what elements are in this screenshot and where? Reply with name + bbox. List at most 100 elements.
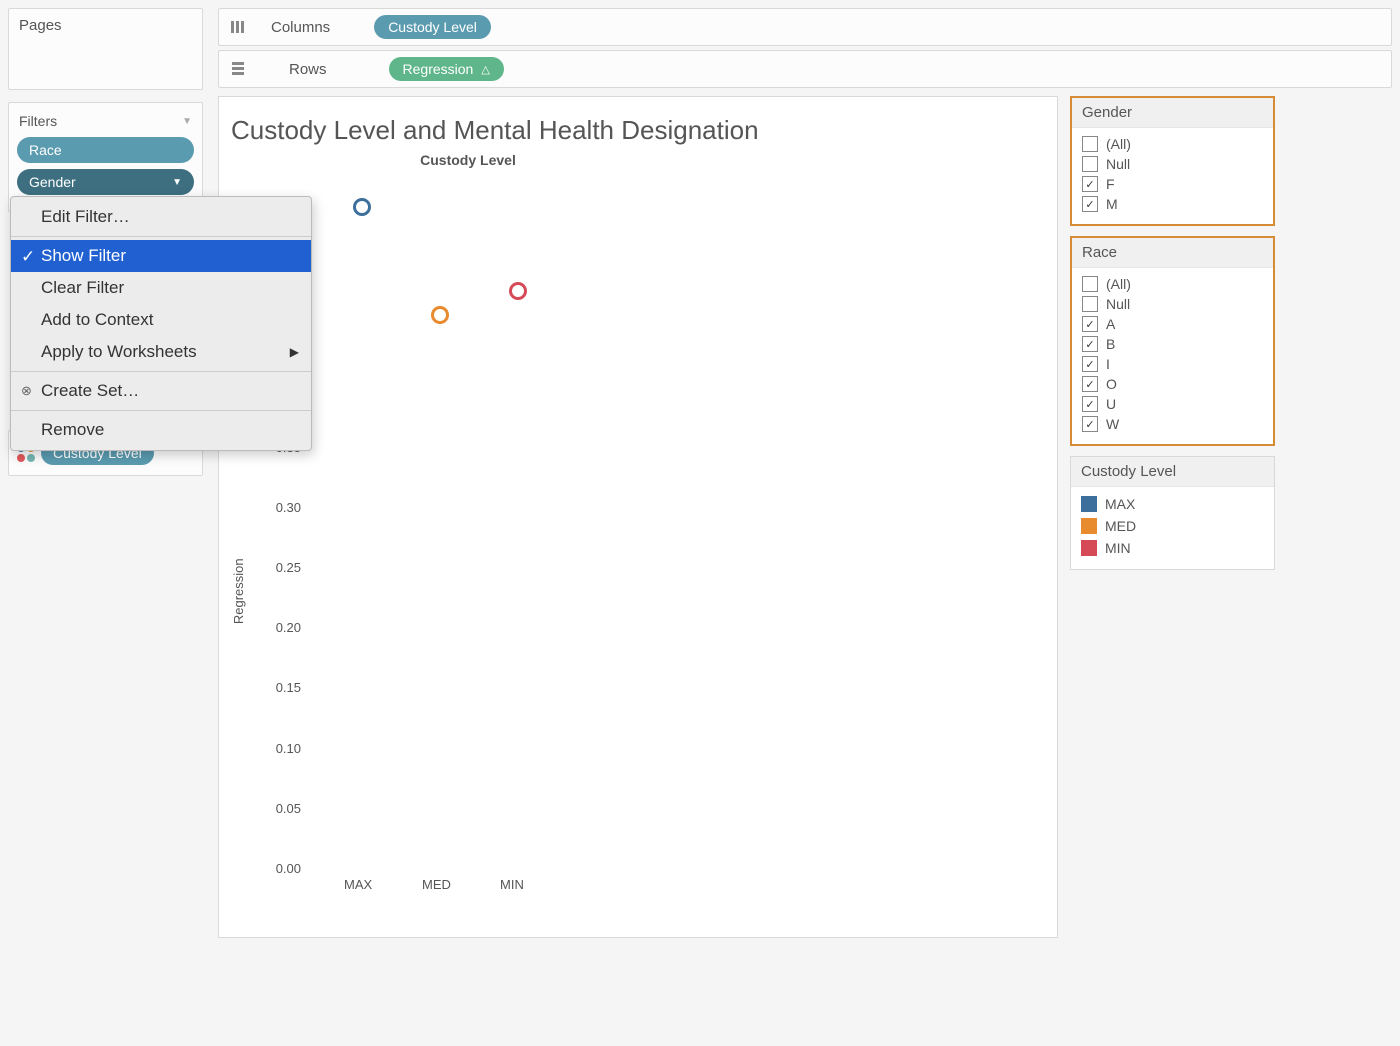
data-point-min[interactable] [509,282,527,300]
color-swatch-icon [1081,496,1097,512]
legend-item-min[interactable]: MIN [1081,537,1264,559]
data-point-max[interactable] [353,198,371,216]
delta-icon: △ [481,63,489,76]
legend-label: MIN [1105,540,1131,556]
race-option-i[interactable]: ✓I [1082,354,1263,374]
legend-label: MAX [1105,496,1135,512]
data-point-med[interactable] [431,306,449,324]
filters-title: Filters ▼ [17,111,194,137]
viz-title: Custody Level and Mental Health Designat… [219,97,1057,152]
menu-item-label: Show Filter [41,246,126,265]
gender-option-m[interactable]: ✓M [1082,194,1263,214]
columns-label: Columns [271,19,330,36]
checkbox-icon: ✓ [1082,176,1098,192]
menu-separator [11,371,311,372]
filters-title-text: Filters [19,113,57,129]
y-tick-label: 0.25 [261,560,301,575]
legend-item-med[interactable]: MED [1081,515,1264,537]
race-filter-card: Race (All)Null✓A✓B✓I✓O✓U✓W [1070,236,1275,446]
submenu-arrow-icon: ▶ [290,345,299,359]
option-label: (All) [1106,136,1131,152]
race-option-o[interactable]: ✓O [1082,374,1263,394]
menu-item-label: Edit Filter… [41,207,130,226]
y-tick-label: 0.15 [261,680,301,695]
menu-item-clear-filter[interactable]: Clear Filter [11,272,311,304]
race-option-a[interactable]: ✓A [1082,314,1263,334]
pill-label: Regression [403,61,474,77]
rows-shelf[interactable]: Rows Regression △ [218,50,1392,88]
rows-pill-regression[interactable]: Regression △ [389,57,504,81]
y-tick-label: 0.20 [261,620,301,635]
race-option-b[interactable]: ✓B [1082,334,1263,354]
checkbox-icon: ✓ [1082,316,1098,332]
chart-area[interactable]: 0.000.050.100.150.200.250.300.350.400.45… [267,207,1037,897]
option-label: A [1106,316,1115,332]
option-label: Null [1106,156,1130,172]
y-tick-label: 0.10 [261,741,301,756]
gender-filter-title: Gender [1072,98,1273,128]
menu-item-apply-to-worksheets[interactable]: Apply to Worksheets ▶ [11,336,311,368]
menu-separator [11,410,311,411]
x-tick-label-max: MAX [344,877,372,892]
gender-filter-card: Gender (All)Null✓F✓M [1070,96,1275,226]
custody-legend-title: Custody Level [1071,457,1274,487]
race-option-w[interactable]: ✓W [1082,414,1263,434]
columns-shelf[interactable]: Columns Custody Level [218,8,1392,46]
menu-item-label: Apply to Worksheets [41,342,197,361]
color-swatch-icon [1081,540,1097,556]
race-option-null[interactable]: Null [1082,294,1263,314]
pages-title: Pages [19,17,192,34]
right-column: Gender (All)Null✓F✓M Race (All)Null✓A✓B✓… [1070,96,1275,580]
x-tick-label-med: MED [422,877,451,892]
filter-pill-label: Gender [29,174,76,190]
menu-item-show-filter[interactable]: ✓ Show Filter [11,240,311,272]
columns-pill-custody-level[interactable]: Custody Level [374,15,491,39]
x-tick-label-min: MIN [500,877,524,892]
menu-item-label: Create Set… [41,381,139,400]
menu-item-edit-filter[interactable]: Edit Filter… [11,201,311,233]
option-label: O [1106,376,1117,392]
gender-option-all[interactable]: (All) [1082,134,1263,154]
checkbox-icon [1082,156,1098,172]
filter-context-menu: Edit Filter… ✓ Show Filter Clear Filter Add … [10,196,312,451]
option-label: I [1106,356,1110,372]
menu-item-label: Clear Filter [41,278,124,297]
checkbox-icon: ✓ [1082,196,1098,212]
race-filter-title: Race [1072,238,1273,268]
menu-item-label: Add to Context [41,310,153,329]
menu-item-add-to-context[interactable]: Add to Context [11,304,311,336]
option-label: W [1106,416,1119,432]
set-icon: ⊗ [21,383,32,399]
checkbox-icon [1082,296,1098,312]
y-tick-label: 0.00 [261,861,301,876]
option-label: (All) [1106,276,1131,292]
menu-item-create-set[interactable]: ⊗ Create Set… [11,375,311,407]
filter-pill-gender[interactable]: Gender▼ [17,169,194,195]
caret-down-icon[interactable]: ▼ [182,116,192,127]
checkbox-icon [1082,136,1098,152]
legend-label: MED [1105,518,1136,534]
checkbox-icon [1082,276,1098,292]
y-tick-label: 0.30 [261,500,301,515]
race-option-u[interactable]: ✓U [1082,394,1263,414]
gender-option-null[interactable]: Null [1082,154,1263,174]
check-icon: ✓ [21,247,35,267]
columns-icon [229,18,247,36]
menu-item-label: Remove [41,420,104,439]
legend-item-max[interactable]: MAX [1081,493,1264,515]
rows-icon [229,60,247,78]
gender-option-f[interactable]: ✓F [1082,174,1263,194]
checkbox-icon: ✓ [1082,376,1098,392]
option-label: M [1106,196,1118,212]
option-label: B [1106,336,1115,352]
race-option-all[interactable]: (All) [1082,274,1263,294]
checkbox-icon: ✓ [1082,356,1098,372]
menu-separator [11,236,311,237]
menu-item-remove[interactable]: Remove [11,414,311,446]
pages-card: Pages [8,8,203,90]
rows-label: Rows [289,61,327,78]
custody-legend-card: Custody Level MAX MED MIN [1070,456,1275,570]
viz-card: Custody Level and Mental Health Designat… [218,96,1058,938]
option-label: F [1106,176,1115,192]
pill-label: Custody Level [388,19,477,35]
